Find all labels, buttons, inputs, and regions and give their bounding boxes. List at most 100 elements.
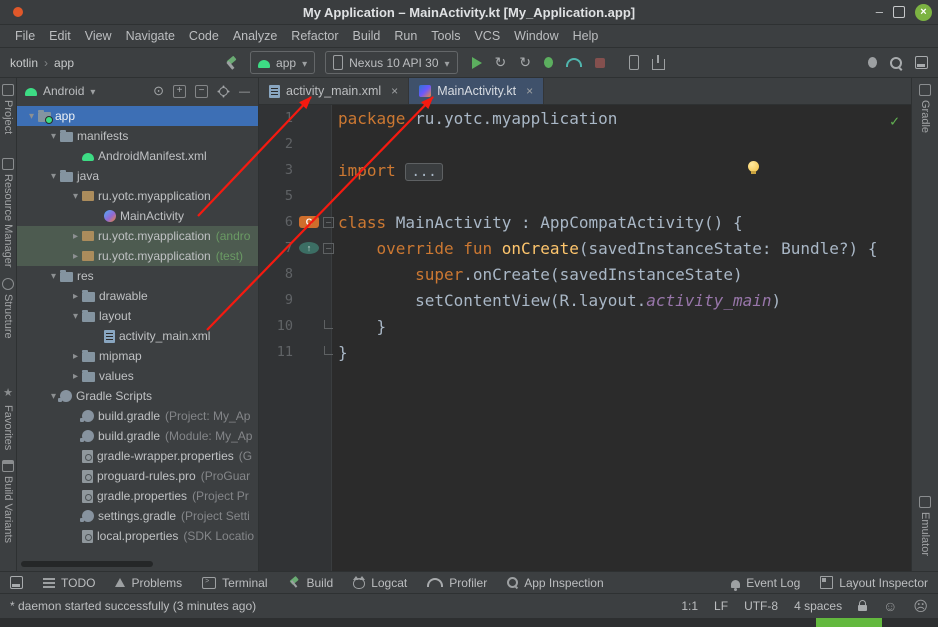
window-switcher-icon[interactable] (10, 576, 23, 589)
tree-item-gradle-wrapper-properties[interactable]: gradle-wrapper.properties(G (17, 446, 258, 466)
chevron-down-icon[interactable]: ▾ (47, 131, 60, 142)
menu-vcs[interactable]: VCS (467, 25, 507, 47)
hide-icon[interactable] (239, 82, 250, 100)
code-line-1[interactable]: 1package ru.yotc.myapplication (259, 105, 911, 131)
stop-icon[interactable] (595, 58, 605, 68)
menu-run[interactable]: Run (387, 25, 424, 47)
tool-window-button-todo[interactable]: TODO (43, 576, 95, 590)
expand-all-icon[interactable] (173, 85, 186, 98)
close-button[interactable]: × (915, 4, 932, 21)
code-line-11[interactable]: 11} (259, 339, 911, 365)
code-line-6[interactable]: 6class MainActivity : AppCompatActivity(… (259, 209, 911, 235)
tool-stripe-structure[interactable]: Structure (0, 278, 16, 339)
chevron-right-icon[interactable]: ▸ (69, 251, 82, 262)
code-line-2[interactable]: 2 (259, 131, 911, 157)
tool-window-button-terminal[interactable]: Terminal (202, 576, 267, 590)
caret-position-widget[interactable]: 1:1 (681, 599, 698, 613)
apply-changes-icon[interactable] (495, 54, 507, 72)
search-icon[interactable] (890, 57, 902, 69)
tool-stripe-emulator[interactable]: Emulator (912, 496, 938, 556)
fold-end-icon[interactable] (319, 350, 338, 355)
tree-item-drawable[interactable]: ▸drawable (17, 286, 258, 306)
tool-window-button-problems[interactable]: Problems (115, 576, 182, 590)
tab-activity-main-xml[interactable]: activity_main.xml× (259, 78, 409, 104)
tool-window-button-event-log[interactable]: Event Log (731, 576, 800, 590)
tree-item-res[interactable]: ▾res (17, 266, 258, 286)
tree-item-mainactivity[interactable]: MainActivity (17, 206, 258, 226)
build-project-icon[interactable] (224, 56, 238, 70)
menu-analyze[interactable]: Analyze (226, 25, 284, 47)
line-ending-widget[interactable]: LF (714, 599, 728, 613)
run-configuration-select[interactable]: app (250, 51, 315, 74)
code-line-3[interactable]: 3import ... (259, 157, 911, 183)
locate-icon[interactable] (153, 82, 164, 100)
menu-file[interactable]: File (8, 25, 42, 47)
tree-item-values[interactable]: ▸values (17, 366, 258, 386)
maximize-button[interactable] (893, 6, 905, 18)
breadcrumb-module[interactable]: kotlin (10, 56, 38, 70)
run-icon[interactable] (472, 57, 482, 69)
debug-icon[interactable] (544, 57, 553, 68)
device-select[interactable]: Nexus 10 API 30 (325, 51, 457, 74)
tree-item-build-gradle[interactable]: build.gradle(Module: My_Ap (17, 426, 258, 446)
tree-item-ru-yotc-myapplication[interactable]: ▾ru.yotc.myapplication (17, 186, 258, 206)
tool-window-button-layout-inspector[interactable]: Layout Inspector (820, 576, 928, 590)
breadcrumb-target[interactable]: app (54, 56, 74, 70)
chevron-down-icon[interactable]: ▾ (25, 111, 38, 122)
chevron-right-icon[interactable]: ▸ (69, 231, 82, 242)
code-line-5[interactable]: 5 (259, 183, 911, 209)
tree-item-manifests[interactable]: ▾manifests (17, 126, 258, 146)
override-gutter-icon[interactable] (299, 242, 319, 254)
chevron-right-icon[interactable]: ▸ (69, 291, 82, 302)
tree-item-build-gradle[interactable]: build.gradle(Project: My_Ap (17, 406, 258, 426)
tree-item-java[interactable]: ▾java (17, 166, 258, 186)
menu-window[interactable]: Window (507, 25, 565, 47)
tree-item-local-properties[interactable]: local.properties(SDK Locatio (17, 526, 258, 546)
tool-window-button-logcat[interactable]: Logcat (353, 576, 407, 590)
sdk-manager-icon[interactable] (652, 59, 665, 70)
chevron-down-icon[interactable]: ▾ (69, 191, 82, 202)
close-tab-icon[interactable]: × (391, 84, 398, 98)
fold-minus-icon[interactable] (319, 217, 338, 228)
window-menu-icon[interactable] (13, 7, 23, 17)
indent-widget[interactable]: 4 spaces (794, 599, 842, 613)
collapse-all-icon[interactable] (195, 85, 208, 98)
tree-item-ru-yotc-myapplication[interactable]: ▸ru.yotc.myapplication(andro (17, 226, 258, 246)
folded-imports-region[interactable]: ... (405, 163, 442, 181)
tree-item-androidmanifest-xml[interactable]: AndroidManifest.xml (17, 146, 258, 166)
fold-end-icon[interactable] (319, 324, 338, 329)
menu-code[interactable]: Code (182, 25, 226, 47)
tree-item-proguard-rules-pro[interactable]: proguard-rules.pro(ProGuar (17, 466, 258, 486)
horizontal-scrollbar[interactable] (21, 561, 153, 567)
tool-stripe-gradle[interactable]: Gradle (912, 84, 938, 133)
chevron-down-icon[interactable]: ▾ (47, 171, 60, 182)
tree-item-ru-yotc-myapplication[interactable]: ▸ru.yotc.myapplication(test) (17, 246, 258, 266)
tool-window-button-profiler[interactable]: Profiler (427, 576, 487, 590)
tool-stripe-project[interactable]: Project (0, 84, 16, 134)
chevron-down-icon[interactable]: ▾ (47, 271, 60, 282)
minimize-button[interactable]: – (876, 7, 883, 17)
inspections-ok-icon[interactable]: ✓ (890, 112, 899, 130)
intention-bulb-icon[interactable] (748, 161, 759, 172)
tool-stripe-resource-manager[interactable]: Resource Manager (0, 158, 16, 268)
chevron-down-icon[interactable] (90, 82, 95, 100)
menu-refactor[interactable]: Refactor (284, 25, 345, 47)
project-view-selector[interactable]: Android (43, 84, 84, 98)
lock-icon[interactable] (858, 605, 867, 611)
menu-tools[interactable]: Tools (424, 25, 467, 47)
tree-item-mipmap[interactable]: ▸mipmap (17, 346, 258, 366)
tree-item-activity-main-xml[interactable]: activity_main.xml (17, 326, 258, 346)
window-tool-icon[interactable] (915, 56, 928, 69)
tool-stripe-favorites[interactable]: Favorites (0, 383, 16, 450)
tool-window-button-build[interactable]: Build (288, 576, 334, 590)
menu-help[interactable]: Help (566, 25, 606, 47)
tab-mainactivity-kt[interactable]: MainActivity.kt× (409, 78, 544, 104)
code-line-7[interactable]: 7 override fun onCreate(savedInstanceSta… (259, 235, 911, 261)
code-line-9[interactable]: 9 setContentView(R.layout.activity_main) (259, 287, 911, 313)
menu-view[interactable]: View (78, 25, 119, 47)
tool-stripe-build-variants[interactable]: Build Variants (0, 460, 16, 543)
frown-face-icon[interactable] (913, 598, 928, 615)
fold-minus-icon[interactable] (319, 243, 338, 254)
code-editor[interactable]: 1package ru.yotc.myapplication23import .… (259, 105, 911, 571)
attach-debugger-icon[interactable] (868, 57, 877, 68)
